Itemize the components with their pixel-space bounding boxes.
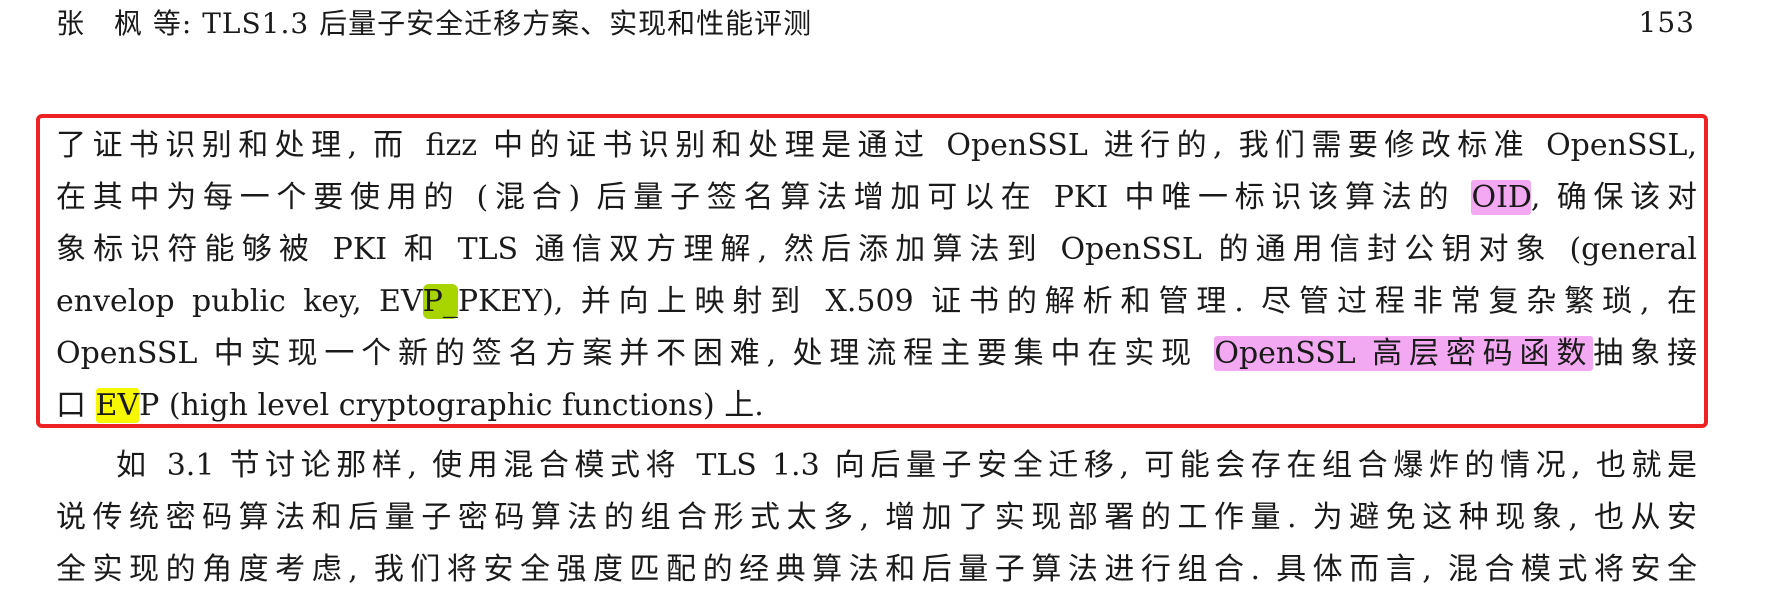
paragraph-line: 全实现的角度考虑, 我们将安全强度匹配的经典算法和后量子算法进行组合. 具体而言…: [56, 552, 1697, 587]
paragraph-line: 了证书识别和处理, 而 fizz 中的证书识别和处理是通过 OpenSSL 进行…: [56, 128, 1697, 163]
text-run: 抽象接: [1593, 336, 1697, 371]
running-title: 张 枫 等: TLS1.3 后量子安全迁移方案、实现和性能评测: [56, 7, 813, 40]
text-run: , 确保该对: [1530, 180, 1697, 215]
paragraph-line: 说传统密码算法和后量子密码算法的组合形式太多, 增加了实现部署的工作量. 为避免…: [56, 500, 1697, 535]
text-run: P (high level cryptographic functions) 上…: [139, 388, 764, 423]
text-run: envelop public key, EV: [56, 284, 423, 319]
text-run: PKEY), 并向上映射到 X.509 证书的解析和管理. 尽管过程非常复杂繁琐…: [457, 284, 1698, 319]
openssl-highlight: OpenSSL 高层密码函数: [1214, 336, 1594, 371]
text-run: 口: [56, 388, 96, 423]
paragraph-line: 在其中为每一个要使用的 (混合) 后量子签名算法增加可以在 PKI 中唯一标识该…: [56, 172, 1697, 224]
paragraph-line: 象标识符能够被 PKI 和 TLS 通信双方理解, 然后添加算法到 OpenSS…: [56, 232, 1697, 267]
text-run: 在其中为每一个要使用的 (混合) 后量子签名算法增加可以在 PKI 中唯一标识该…: [56, 180, 1472, 215]
body-paragraph: 如 3.1 节讨论那样, 使用混合模式将 TLS 1.3 向后量子安全迁移, 可…: [56, 440, 1697, 596]
paragraph-line: 口 EVP (high level cryptographic function…: [56, 380, 1697, 432]
oid-highlight: OID: [1471, 180, 1531, 215]
ev-highlight-yellow: EV: [95, 388, 140, 423]
paragraph-line: 如 3.1 节讨论那样, 使用混合模式将 TLS 1.3 向后量子安全迁移, 可…: [116, 448, 1697, 483]
running-header: 张 枫 等: TLS1.3 后量子安全迁移方案、实现和性能评测 153: [56, 2, 1695, 42]
highlighted-paragraph: 了证书识别和处理, 而 fizz 中的证书识别和处理是通过 OpenSSL 进行…: [56, 120, 1697, 432]
page-number: 153: [1638, 5, 1695, 39]
paragraph-line: OpenSSL 中实现一个新的签名方案并不困难, 处理流程主要集中在实现 Ope…: [56, 328, 1697, 380]
evp-highlight-green: P_: [422, 284, 458, 319]
text-run: OpenSSL 中实现一个新的签名方案并不困难, 处理流程主要集中在实现: [56, 336, 1215, 371]
paragraph-line: envelop public key, EVP_PKEY), 并向上映射到 X.…: [56, 276, 1697, 328]
